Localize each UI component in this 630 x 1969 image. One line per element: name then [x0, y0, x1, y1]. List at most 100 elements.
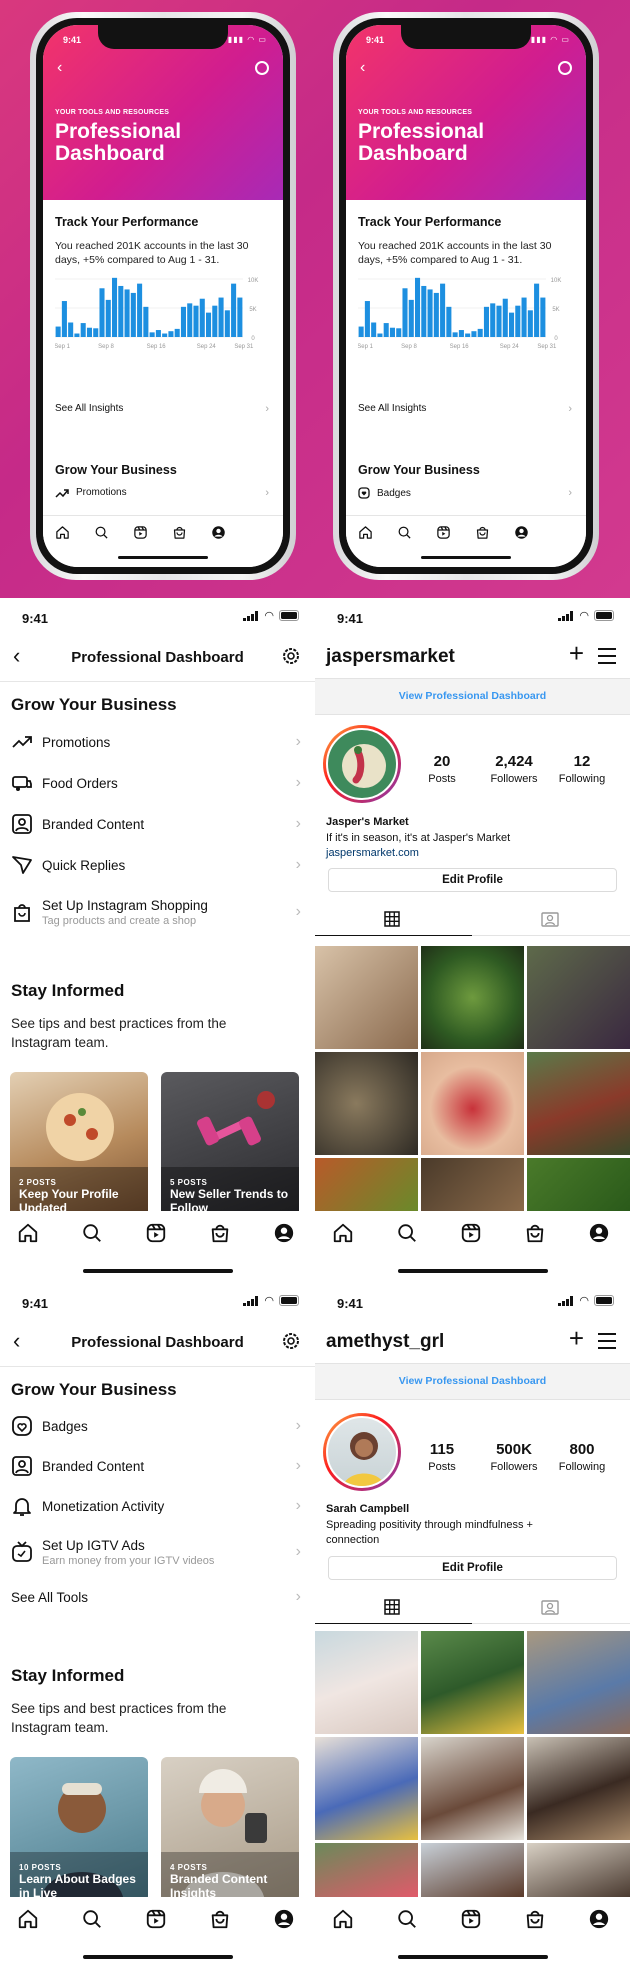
post-thumbnail[interactable]	[421, 1631, 524, 1734]
home-icon[interactable]	[332, 1222, 354, 1244]
chevron-right-icon: ›	[265, 403, 269, 415]
profile-icon[interactable]	[211, 525, 226, 540]
menu-item-igtv-ads[interactable]: Set Up IGTV Ads Earn money from your IGT…	[11, 1534, 301, 1570]
menu-icon[interactable]	[598, 1333, 616, 1354]
menu-item-sublabel: Tag products and create a shop	[42, 914, 197, 927]
stat-followers[interactable]: 500K Followers	[479, 1441, 549, 1473]
post-thumbnail[interactable]	[421, 1158, 524, 1211]
menu-item-quick-replies[interactable]: Quick Replies ›	[11, 850, 301, 880]
menu-item-branded-content[interactable]: Branded Content ›	[11, 1451, 301, 1481]
settings-icon[interactable]	[281, 1331, 301, 1351]
stat-following[interactable]: 800 Following	[547, 1441, 617, 1473]
search-icon[interactable]	[396, 1222, 418, 1244]
post-thumbnail[interactable]	[315, 1631, 418, 1734]
profile-icon[interactable]	[273, 1222, 295, 1244]
add-icon[interactable]: +	[569, 1325, 584, 1351]
menu-item-instagram-shopping[interactable]: Set Up Instagram Shopping Tag products a…	[11, 894, 301, 930]
shop-icon[interactable]	[475, 525, 490, 540]
search-icon[interactable]	[81, 1222, 103, 1244]
menu-item-branded-content[interactable]: Branded Content ›	[11, 809, 301, 839]
settings-icon[interactable]	[281, 646, 301, 666]
reels-icon[interactable]	[460, 1908, 482, 1930]
edit-profile-button[interactable]: Edit Profile	[328, 868, 617, 892]
post-thumbnail[interactable]	[527, 946, 630, 1049]
see-all-insights-link[interactable]: See All Insights	[55, 403, 123, 414]
reels-icon[interactable]	[145, 1222, 167, 1244]
stat-following[interactable]: 12 Following	[547, 753, 617, 785]
home-icon[interactable]	[332, 1908, 354, 1930]
search-icon[interactable]	[397, 525, 412, 540]
chart-bar	[99, 288, 105, 337]
see-all-insights-link[interactable]: See All Insights	[358, 403, 426, 414]
search-icon[interactable]	[396, 1908, 418, 1930]
avatar[interactable]	[323, 1413, 401, 1491]
tagged-icon[interactable]	[541, 1599, 559, 1615]
menu-icon[interactable]	[598, 648, 616, 669]
guide-card[interactable]: 4 POSTS Branded Content Insights	[161, 1757, 299, 1902]
grow-item-badges[interactable]: Badges	[358, 487, 411, 499]
post-thumbnail[interactable]	[527, 1158, 630, 1211]
post-thumbnail[interactable]	[421, 1052, 524, 1155]
post-thumbnail[interactable]	[315, 1843, 418, 1897]
grow-item-promotions[interactable]: Promotions	[55, 487, 127, 498]
shop-icon[interactable]	[209, 1222, 231, 1244]
menu-item-food-orders[interactable]: Food Orders ›	[11, 768, 301, 798]
home-icon[interactable]	[358, 525, 373, 540]
post-thumbnail[interactable]	[421, 1737, 524, 1840]
back-icon[interactable]: ‹	[360, 59, 365, 77]
profile-icon[interactable]	[588, 1908, 610, 1930]
post-thumbnail[interactable]	[527, 1052, 630, 1155]
grid-icon[interactable]	[384, 911, 400, 927]
post-thumbnail[interactable]	[315, 1737, 418, 1840]
post-thumbnail[interactable]	[527, 1737, 630, 1840]
reels-icon[interactable]	[133, 525, 148, 540]
guide-card[interactable]: 10 POSTS Learn About Badges in Live	[10, 1757, 148, 1902]
profile-icon[interactable]	[273, 1908, 295, 1930]
post-thumbnail[interactable]	[421, 946, 524, 1049]
grid-icon[interactable]	[384, 1599, 400, 1615]
settings-icon[interactable]	[255, 61, 269, 75]
profile-icon[interactable]	[514, 525, 529, 540]
view-dashboard-link[interactable]: View Professional Dashboard	[315, 690, 630, 702]
add-icon[interactable]: +	[569, 640, 584, 666]
shop-icon[interactable]	[524, 1908, 546, 1930]
chart-bar	[174, 328, 180, 337]
menu-item-badges[interactable]: Badges ›	[11, 1411, 301, 1441]
post-thumbnail[interactable]	[315, 946, 418, 1049]
shop-icon[interactable]	[524, 1222, 546, 1244]
see-all-tools-link[interactable]: See All Tools ›	[11, 1582, 301, 1612]
home-icon[interactable]	[17, 1222, 39, 1244]
tagged-icon[interactable]	[541, 911, 559, 927]
post-thumbnail[interactable]	[527, 1843, 630, 1897]
menu-item-promotions[interactable]: Promotions ›	[11, 727, 301, 757]
shop-icon[interactable]	[172, 525, 187, 540]
reels-icon[interactable]	[436, 525, 451, 540]
search-icon[interactable]	[94, 525, 109, 540]
profile-username: amethyst_grl	[326, 1331, 445, 1352]
profile-website[interactable]: jaspersmarket.com	[326, 847, 419, 859]
settings-icon[interactable]	[558, 61, 572, 75]
home-icon[interactable]	[17, 1908, 39, 1930]
view-dashboard-bar[interactable]: View Professional Dashboard	[315, 678, 630, 715]
reels-icon[interactable]	[145, 1908, 167, 1930]
post-thumbnail[interactable]	[315, 1158, 418, 1211]
stat-posts[interactable]: 20 Posts	[407, 753, 477, 785]
avatar[interactable]	[323, 725, 401, 803]
stat-followers[interactable]: 2,424 Followers	[479, 753, 549, 785]
shop-icon[interactable]	[209, 1908, 231, 1930]
view-dashboard-bar[interactable]: View Professional Dashboard	[315, 1363, 630, 1400]
post-thumbnail[interactable]	[527, 1631, 630, 1734]
profile-icon[interactable]	[588, 1222, 610, 1244]
guide-card[interactable]: 2 POSTS Keep Your Profile Updated	[10, 1072, 148, 1217]
view-dashboard-link[interactable]: View Professional Dashboard	[315, 1375, 630, 1387]
edit-profile-button[interactable]: Edit Profile	[328, 1556, 617, 1580]
menu-item-monetization[interactable]: Monetization Activity ›	[11, 1491, 301, 1521]
back-icon[interactable]: ‹	[57, 59, 62, 77]
guide-card[interactable]: 5 POSTS New Seller Trends to Follow	[161, 1072, 299, 1217]
home-icon[interactable]	[55, 525, 70, 540]
stat-posts[interactable]: 115 Posts	[407, 1441, 477, 1473]
post-thumbnail[interactable]	[421, 1843, 524, 1897]
search-icon[interactable]	[81, 1908, 103, 1930]
post-thumbnail[interactable]	[315, 1052, 418, 1155]
reels-icon[interactable]	[460, 1222, 482, 1244]
